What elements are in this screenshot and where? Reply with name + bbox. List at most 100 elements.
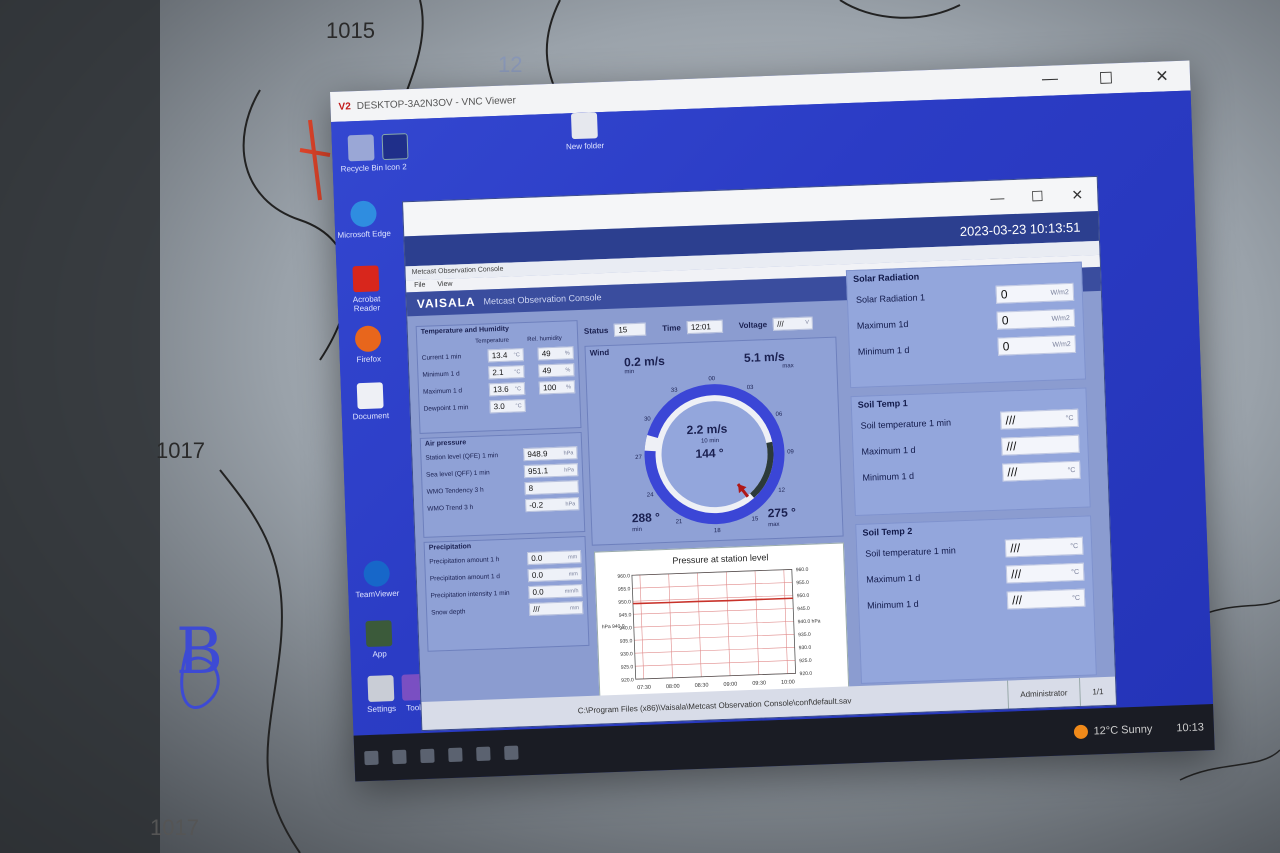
- desktop-icon-firefox[interactable]: Firefox: [341, 325, 396, 365]
- row-label: Sea level (QFF) 1 min: [425, 469, 490, 479]
- vnc-maximize-button[interactable]: ☐: [1078, 68, 1135, 90]
- row-label: Dewpoint 1 min: [423, 404, 469, 413]
- precipitation-panel: Precipitation Precipitation amount 1 h 0…: [423, 535, 590, 652]
- desktop-icon-acrobat[interactable]: Acrobat Reader: [338, 265, 394, 314]
- taskbar-weather[interactable]: 12°C Sunny: [1073, 722, 1153, 740]
- desktop-icon-label: Firefox: [356, 354, 382, 365]
- desktop-icon-edge[interactable]: Microsoft Edge: [336, 200, 391, 240]
- row-label: Station level (QFE) 1 min: [425, 452, 499, 462]
- x-tick-label: 08:00: [666, 684, 680, 691]
- row-label: Maximum 1 d: [861, 444, 916, 457]
- taskbar-clock[interactable]: 10:13: [1176, 721, 1204, 734]
- wind-center-direction: 144 °: [695, 445, 724, 461]
- console-maximize-button[interactable]: ☐: [1017, 187, 1058, 205]
- desktop-icon-teamviewer[interactable]: TeamViewer: [349, 560, 404, 600]
- desktop-icon-document[interactable]: Document: [343, 382, 398, 422]
- row-label: Maximum 1 d: [866, 572, 921, 585]
- compass-label: 15: [752, 516, 760, 522]
- app-icon: [381, 133, 409, 161]
- precipitation-value: 0.0 mm/h: [528, 584, 583, 600]
- search-icon[interactable]: [392, 749, 407, 765]
- solar-radiation-panel: Solar Radiation Solar Radiation 1 0 W/m2 …: [845, 261, 1087, 389]
- isobar-label-1017: 1017: [156, 438, 205, 463]
- soil-value: ///: [1001, 434, 1080, 456]
- soil-value: ///°C: [1005, 562, 1085, 584]
- document-icon: [356, 382, 384, 410]
- folder-icon: [570, 112, 598, 140]
- gridline-h: [633, 608, 794, 615]
- console-minimize-button[interactable]: —: [977, 189, 1018, 206]
- pressure-value: 951.1 hPa: [523, 463, 579, 479]
- time-value: 12:01: [686, 319, 724, 334]
- edge-icon: [350, 200, 377, 228]
- console-close-button[interactable]: ✕: [1057, 185, 1098, 203]
- desktop-icon-label: TeamViewer: [355, 588, 400, 600]
- col-header-humidity: Rel. humidity: [527, 335, 562, 343]
- wind-max-direction: 275 °: [767, 505, 797, 521]
- wind-min-speed: 0.2 m/s: [623, 353, 666, 370]
- pressure-chart-svg: Pressure at station level 960.0 960.0 955.0…: [602, 552, 821, 691]
- inner-application[interactable]: Metcast Observation Console File View VA…: [405, 240, 1115, 710]
- solar-value: 0 W/m2: [997, 334, 1077, 356]
- vnc-close-button[interactable]: ✕: [1134, 65, 1191, 87]
- compass-label: 00: [708, 376, 716, 382]
- compass-label: 27: [635, 455, 643, 461]
- voltage-value: ///V: [772, 315, 814, 331]
- wind-min-direction-label: min: [632, 526, 643, 534]
- row-label: Minimum 1 d: [422, 370, 460, 379]
- wind-max-label: max: [782, 363, 794, 370]
- vnc-viewer-window[interactable]: V2 DESKTOP-3A2N3OV - VNC Viewer — ☐ ✕ Re…: [330, 60, 1215, 782]
- app-icon: [365, 620, 393, 648]
- y-tick-left: 935.0: [620, 638, 633, 644]
- desktop-icon-label: App: [372, 649, 387, 659]
- menu-view[interactable]: View: [437, 279, 452, 292]
- gridline-h: [635, 660, 796, 667]
- desktop-icon-label: Microsoft Edge: [337, 228, 392, 240]
- wind-center-speed: 2.2 m/s: [686, 421, 728, 438]
- x-tick-label: 09:30: [752, 680, 766, 687]
- acrobat-icon: [352, 265, 380, 293]
- chart-title: Pressure at station level: [672, 552, 768, 566]
- task-view-icon[interactable]: [420, 748, 435, 764]
- y-tick-right: 935.0: [798, 632, 811, 638]
- solar-value: 0 W/m2: [996, 308, 1076, 330]
- row-label: Precipitation amount 1 d: [429, 573, 501, 583]
- wind-max-speed: 5.1 m/s: [743, 349, 785, 366]
- row-label: Minimum 1 d: [862, 470, 915, 483]
- y-tick-right: 925.0: [799, 658, 812, 664]
- vnc-minimize-button[interactable]: —: [1022, 70, 1079, 92]
- desktop-icon-new-folder[interactable]: New folder: [557, 112, 612, 152]
- map-handwritten-mark: B: [176, 615, 224, 689]
- desktop-icon-2[interactable]: Icon 2: [368, 133, 423, 173]
- desktop-icon-label: New folder: [565, 140, 605, 152]
- solar-value: 0 W/m2: [995, 282, 1075, 304]
- compass-label: 21: [676, 519, 684, 525]
- soil-value: ///°C: [1004, 536, 1084, 558]
- pressure-value: -0.2 hPa: [525, 497, 580, 513]
- x-tick-label: 09:00: [723, 681, 737, 688]
- weather-text: 12°C Sunny: [1093, 723, 1153, 738]
- edge-icon[interactable]: [448, 747, 463, 763]
- wind-min-direction: 288 °: [631, 510, 661, 526]
- row-label: Minimum 1 d: [857, 344, 910, 357]
- start-icon[interactable]: [364, 750, 379, 766]
- remote-desktop[interactable]: Recycle Bin Icon 2 New folder Microsoft …: [331, 90, 1214, 736]
- status-page: 1/1: [1078, 676, 1116, 706]
- pressure-value: 948.9 hPa: [523, 446, 578, 462]
- explorer-icon[interactable]: [476, 746, 491, 762]
- pressure-chart: Pressure at station level 960.0 960.0 955.0…: [594, 542, 850, 710]
- teamviewer-icon: [363, 560, 391, 588]
- console-datetime: 2023-03-23 10:13:51: [959, 219, 1081, 239]
- metcast-console-window[interactable]: — ☐ ✕ 2023-03-23 10:13:51 Metcast Observ…: [402, 175, 1118, 732]
- desktop-icon-app[interactable]: App: [351, 620, 406, 660]
- row-label: Maximum 1 d: [422, 387, 463, 396]
- pressure-value: 8: [524, 480, 579, 496]
- compass-label: 03: [747, 385, 755, 391]
- menu-file[interactable]: File: [414, 280, 426, 292]
- compass-label: 09: [787, 449, 795, 455]
- soil-value: ///°C: [1002, 460, 1081, 482]
- gridline-h: [634, 634, 795, 641]
- y-tick-right: 960.0: [796, 567, 809, 573]
- store-icon[interactable]: [504, 745, 519, 761]
- precipitation-value: 0.0 mm: [526, 550, 582, 566]
